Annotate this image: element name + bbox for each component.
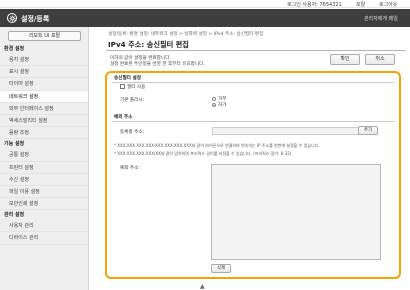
- top-bar: 로그인 사용자: 7654321 포탈 로그아웃: [0, 0, 410, 8]
- cancel-button[interactable]: 취소: [365, 54, 395, 65]
- sidebar-menu: 환경 설정용지 설정 표시 설정 타이머 설정 네트워크 설정 외부 인터페이스 설정 액…: [0, 44, 88, 245]
- exception-section-title: 예외 주소: [114, 115, 133, 120]
- sidebar-heading: 관리 설정: [4, 212, 25, 219]
- sidebar-item[interactable]: 파일 이용 설정: [0, 186, 88, 199]
- sidebar-heading: 환경 설정: [4, 46, 25, 52]
- exception-address-label: 예외 주소:: [120, 166, 140, 171]
- address-to-register-label: 등록할 주소:: [120, 130, 145, 135]
- portal-link[interactable]: 포탈: [356, 1, 365, 8]
- sidebar-item[interactable]: 음량 조정: [0, 127, 88, 140]
- use-filter-checkbox[interactable]: [120, 84, 125, 89]
- add-button[interactable]: 추가: [358, 126, 378, 135]
- login-user-label: 로그인 사용자: 7654321: [287, 2, 342, 8]
- section-divider: [112, 82, 394, 83]
- section-divider: [112, 121, 394, 122]
- sidebar-item[interactable]: 액세스빌리티 설정: [0, 115, 88, 128]
- page-title: IPv4 주소: 송신필터 편집: [108, 40, 189, 49]
- scroll-top-icon[interactable]: ▲: [200, 283, 205, 290]
- sidebar-item[interactable]: 수신 설정: [0, 174, 88, 186]
- sidebar-item[interactable]: 디바이스 관리: [0, 232, 88, 245]
- settings-icon: [7, 13, 17, 23]
- title-divider: [106, 50, 406, 51]
- sidebar-item[interactable]: 사용자 관리: [0, 220, 88, 233]
- app-title: 설정/등록: [21, 15, 50, 23]
- sidebar-item[interactable]: 네트워크 설정: [0, 90, 88, 103]
- app-header: 설정/등록 관리자에게 메일: [0, 9, 410, 27]
- use-filter-label: 필터 사용: [127, 85, 146, 90]
- default-policy-label: 기본 폴리시:: [120, 98, 145, 103]
- breadcrumb: 설정/등록: 환경 설정: 네트워크 설정 > 방화벽 설정 > IPv4 주소…: [108, 32, 264, 37]
- prefix-note: * XXX.XXX.XXX.XXX/XX와 같이 입력하면 프리픽스 길이를 지…: [114, 151, 292, 156]
- allow-radio[interactable]: [212, 103, 216, 107]
- sidebar-item[interactable]: 보안인쇄 설정: [0, 198, 88, 211]
- allow-radio-label: 허가: [218, 103, 227, 108]
- sidebar-item[interactable]: 프린터 설정: [0, 162, 88, 174]
- description-line-2: 설정 완료된 주인정을 반영 한 후부터 유효합니다.: [110, 62, 205, 67]
- main-content: 설정/등록: 환경 설정: 네트워크 설정 > 방화벽 설정 > IPv4 주소…: [90, 27, 410, 290]
- sidebar-item[interactable]: 타이머 설정: [0, 78, 88, 91]
- delete-button[interactable]: 삭제: [211, 264, 231, 273]
- sidebar-item[interactable]: 용지 설정: [0, 54, 88, 67]
- mail-admin-link[interactable]: 관리자에게 메일: [364, 15, 398, 22]
- logout-link[interactable]: 로그아웃: [379, 1, 397, 8]
- sidebar: 리모트 UI 포탈 환경 설정용지 설정 표시 설정 타이머 설정 네트워크 설정 외부…: [0, 27, 89, 290]
- sidebar-item[interactable]: 외부 인터페이스 설정: [0, 103, 88, 115]
- deny-radio[interactable]: [212, 97, 216, 101]
- sidebar-heading: 기능 설정: [4, 141, 25, 148]
- sidebar-item[interactable]: 표시 설정: [0, 66, 88, 79]
- remote-ui-portal-button[interactable]: 리모트 UI 포탈: [8, 31, 81, 41]
- sidebar-item[interactable]: 공통 설정: [0, 149, 88, 162]
- send-filter-section-title: 송신필터 설정: [114, 76, 141, 81]
- address-to-register-input[interactable]: [212, 127, 372, 135]
- ok-button[interactable]: 확인: [330, 54, 360, 65]
- exception-address-list[interactable]: [211, 164, 381, 260]
- range-note: * XXX.XXX.XXX.XXX-XXX.XXX.XXX.XXX와 같이 하이…: [114, 143, 320, 148]
